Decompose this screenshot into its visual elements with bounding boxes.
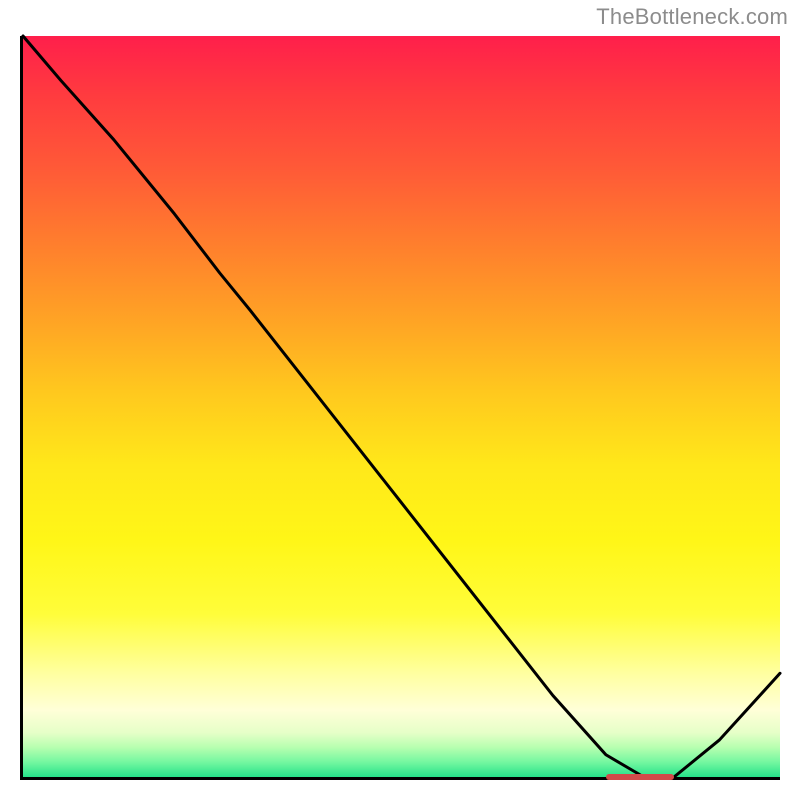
chart-min-marker — [606, 774, 674, 780]
chart-plot-area — [20, 36, 780, 780]
attribution-label: TheBottleneck.com — [596, 4, 788, 30]
chart-line-series — [23, 36, 780, 777]
